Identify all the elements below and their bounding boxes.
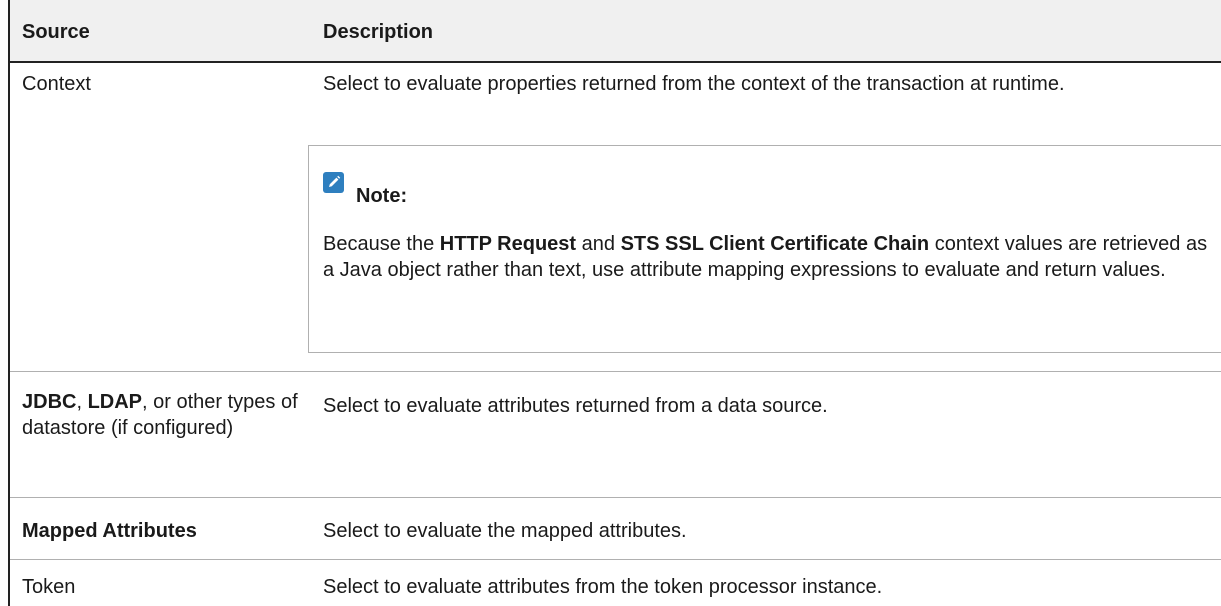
note-text-1: Because the bbox=[323, 233, 440, 255]
source-ldap: LDAP bbox=[87, 391, 143, 413]
note-body: Because the HTTP Request and STS SSL Cli… bbox=[323, 231, 1213, 283]
source-jdbc: JDBC bbox=[22, 391, 77, 413]
note-text-2: and bbox=[576, 233, 621, 255]
source-token: Token bbox=[22, 576, 76, 598]
source-mapped-attributes-label: Mapped Attributes bbox=[22, 520, 197, 542]
note-bold-http-request: HTTP Request bbox=[439, 233, 577, 255]
pencil-note-icon bbox=[323, 172, 344, 193]
header-source: Source bbox=[22, 21, 90, 43]
source-mapped-attributes: Mapped Attributes bbox=[22, 518, 302, 544]
row-divider bbox=[10, 497, 1221, 498]
description-mapped-attributes: Select to evaluate the mapped attributes… bbox=[323, 520, 687, 542]
source-context: Context bbox=[22, 73, 91, 95]
row-divider bbox=[10, 559, 1221, 560]
source-datastore: JDBC, LDAP, or other types of datastore … bbox=[22, 389, 307, 441]
description-context: Select to evaluate properties returned f… bbox=[323, 73, 1065, 95]
row-divider bbox=[10, 371, 1221, 372]
table-header-row: Source Description bbox=[10, 0, 1221, 63]
note-callout: Note: Because the HTTP Request and STS S… bbox=[308, 145, 1221, 353]
source-separator: , bbox=[76, 391, 88, 413]
attribute-source-table: Source Description Context Select to eva… bbox=[8, 0, 1221, 606]
note-title: Note: bbox=[356, 185, 408, 207]
header-description: Description bbox=[323, 21, 434, 43]
note-bold-sts-ssl: STS SSL Client Certificate Chain bbox=[620, 233, 930, 255]
description-datastore: Select to evaluate attributes returned f… bbox=[323, 395, 828, 417]
description-token: Select to evaluate attributes from the t… bbox=[323, 576, 883, 598]
